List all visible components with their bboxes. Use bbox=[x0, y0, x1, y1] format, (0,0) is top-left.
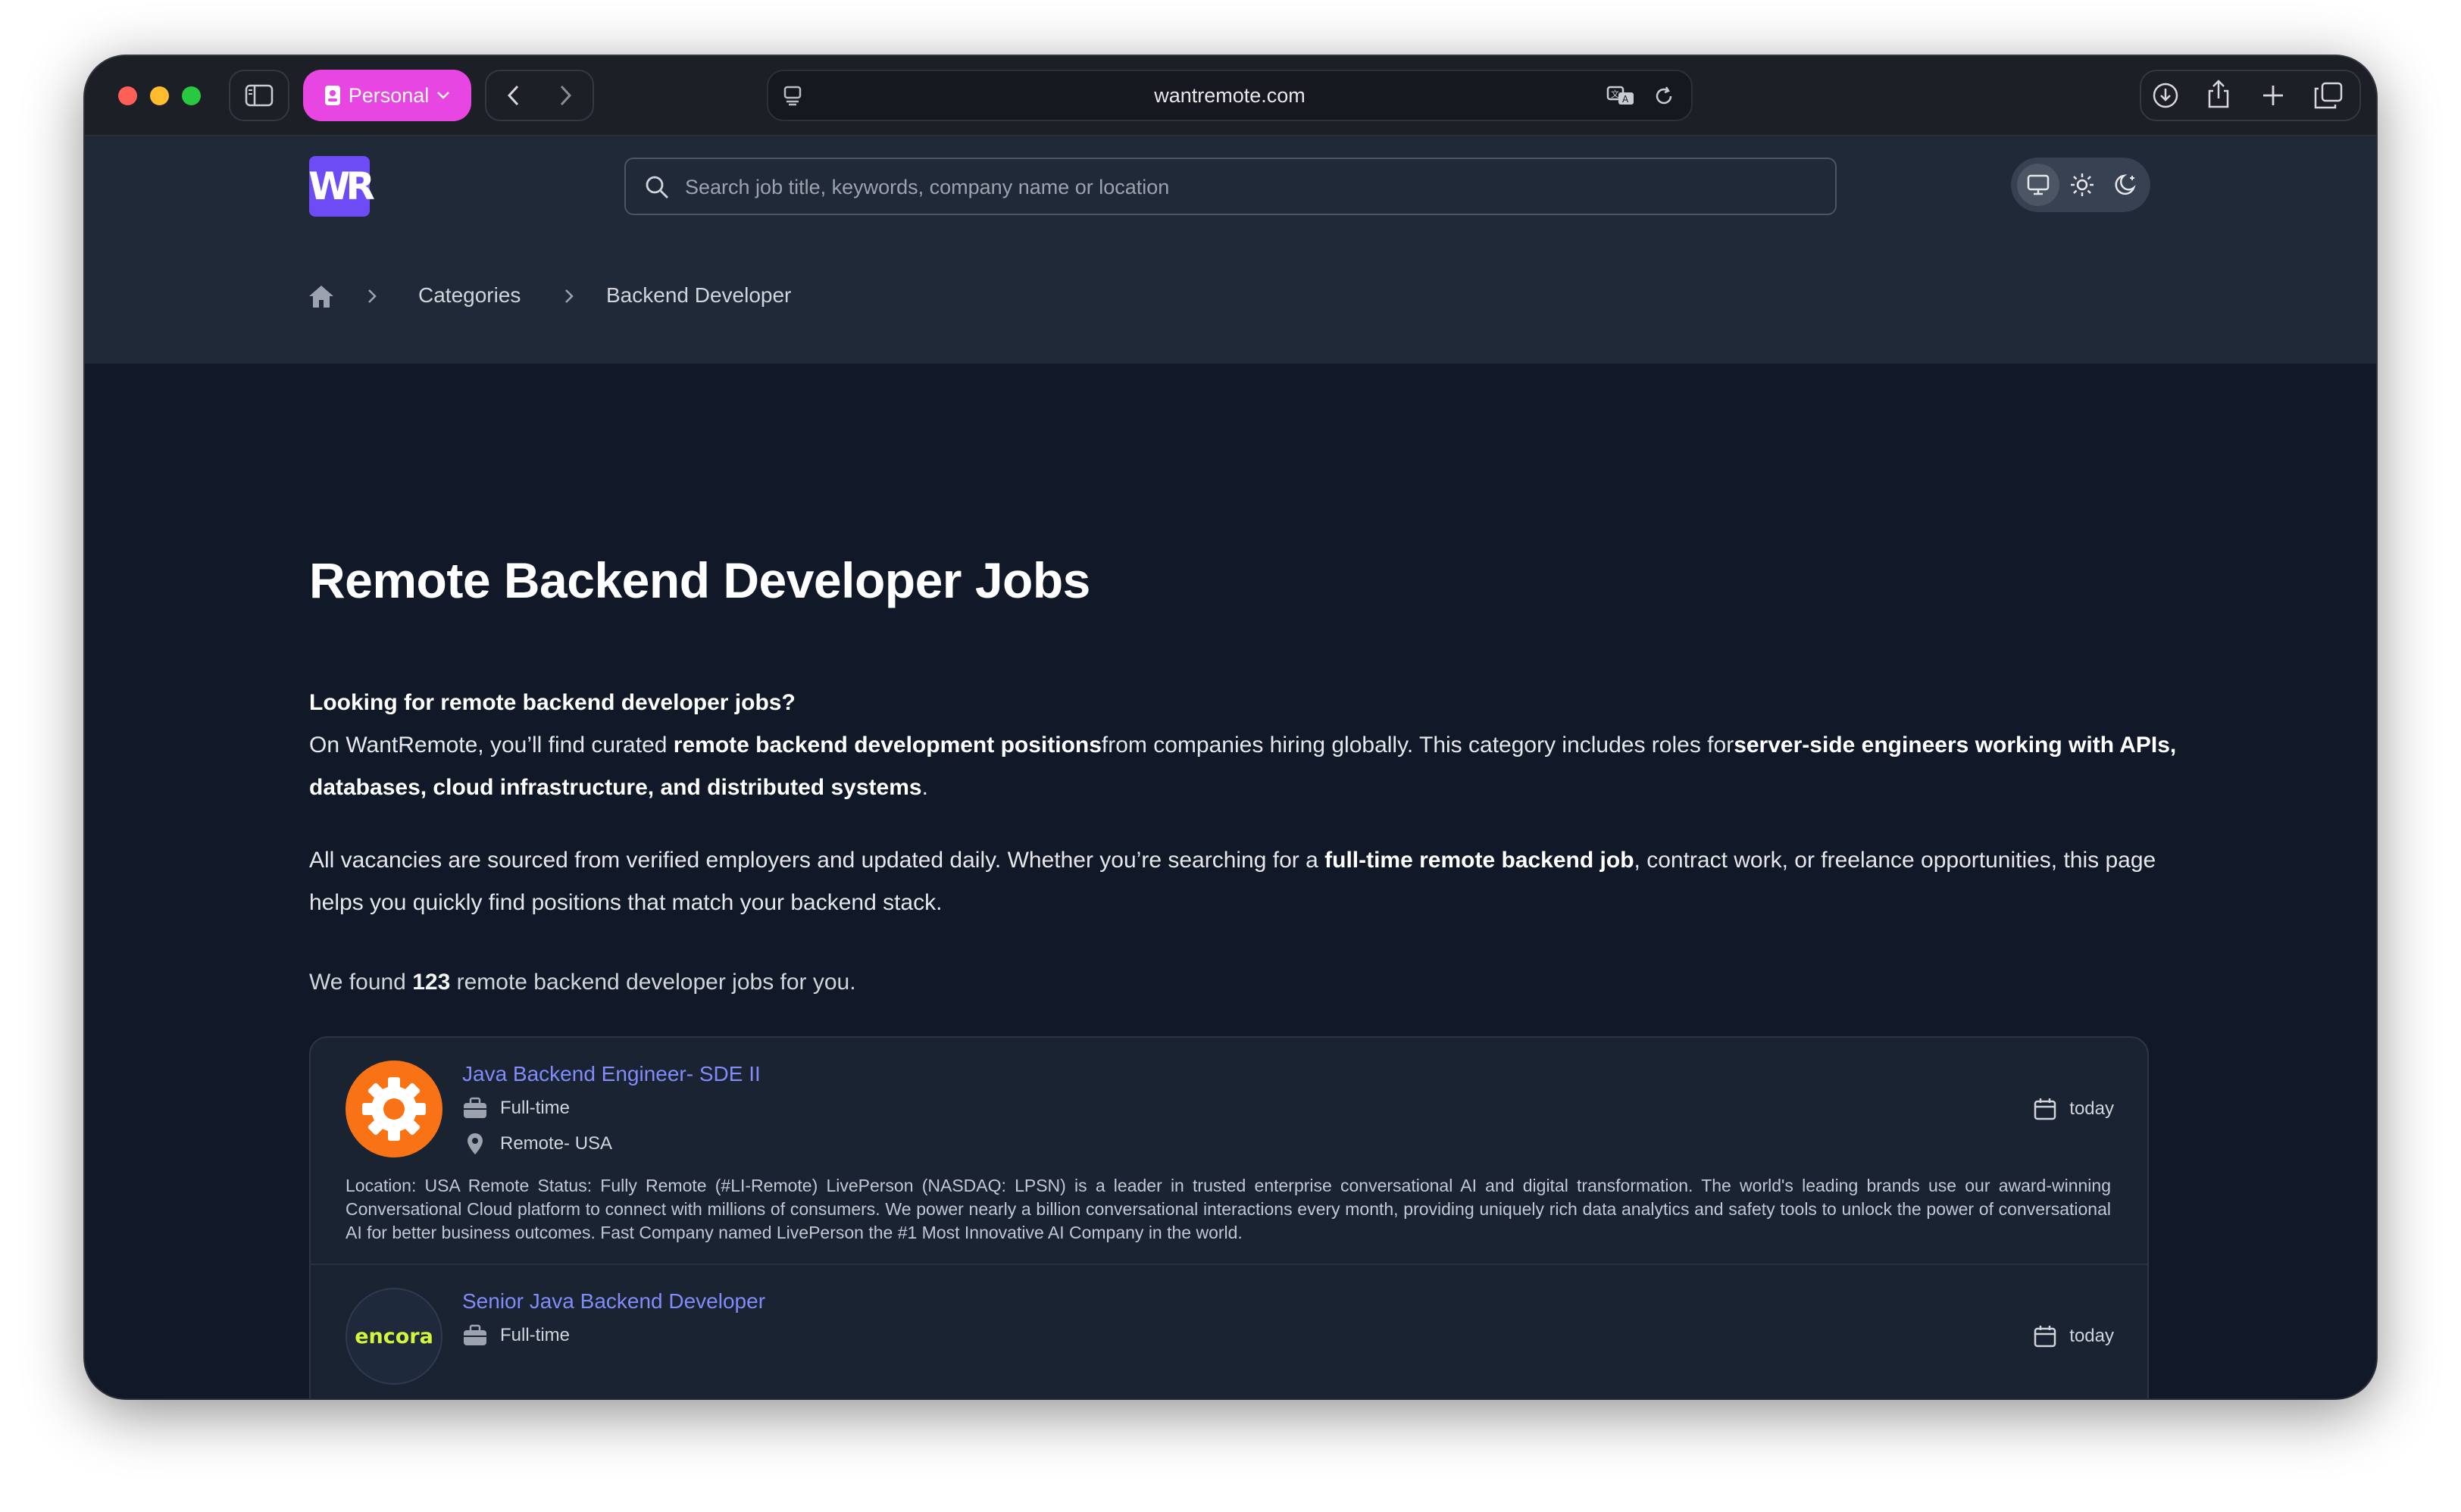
chevron-right-icon bbox=[560, 85, 572, 106]
site-logo[interactable]: WR bbox=[308, 156, 375, 217]
location-pin-icon bbox=[467, 1133, 483, 1154]
minimize-window-button[interactable] bbox=[150, 86, 169, 105]
job-title-link[interactable]: Java Backend Engineer- SDE II bbox=[462, 1062, 761, 1086]
job-date-label: today bbox=[2069, 1326, 2114, 1346]
results-count-prefix: We found bbox=[309, 970, 413, 995]
profile-label: Personal bbox=[348, 83, 430, 107]
liveperson-logo bbox=[346, 1061, 442, 1157]
profile-badge-icon bbox=[324, 86, 340, 105]
chevron-left-icon bbox=[507, 85, 519, 106]
breadcrumb-current: Backend Developer bbox=[606, 283, 792, 307]
job-description: Location: USA Remote Status: Fully Remot… bbox=[346, 1176, 2111, 1242]
theme-light-button[interactable] bbox=[2061, 164, 2103, 206]
intro-paragraph-2: All vacancies are sourced from verified … bbox=[309, 839, 2203, 924]
moon-icon bbox=[2115, 174, 2136, 195]
history-nav bbox=[485, 70, 594, 121]
job-type: Full-time bbox=[462, 1324, 570, 1347]
svg-text:A: A bbox=[1622, 94, 1629, 105]
job-date: today bbox=[2033, 1097, 2114, 1121]
theme-dark-button[interactable] bbox=[2105, 164, 2147, 206]
briefcase-icon bbox=[464, 1324, 486, 1345]
breadcrumb-categories-link[interactable]: Categories bbox=[418, 283, 521, 308]
back-button[interactable] bbox=[486, 84, 539, 107]
tab-overview-icon[interactable] bbox=[2314, 82, 2343, 109]
intro-p1-b: remote backend development positions bbox=[673, 733, 1102, 758]
intro-p2-a: All vacancies are sourced from verified … bbox=[309, 848, 1325, 873]
forward-button[interactable] bbox=[539, 84, 593, 107]
address-bar[interactable]: wantremote.com 文A bbox=[767, 70, 1693, 121]
results-count-suffix: remote backend developer jobs for you. bbox=[450, 970, 856, 995]
job-card[interactable]: Java Backend Engineer- SDE II Full-time … bbox=[311, 1038, 2147, 1264]
gear-logo-icon bbox=[362, 1077, 426, 1141]
close-window-button[interactable] bbox=[118, 86, 137, 105]
intro-p1-a: On WantRemote, you’ll find curated bbox=[309, 733, 674, 758]
job-type-label: Full-time bbox=[500, 1325, 571, 1345]
monitor-icon bbox=[2027, 174, 2050, 195]
briefcase-icon bbox=[464, 1097, 486, 1118]
encora-logo: encora bbox=[346, 1288, 442, 1385]
browser-toolbar: Personal wantremote.com 文A bbox=[85, 56, 2376, 136]
job-location: Remote- USA bbox=[462, 1132, 612, 1156]
job-type-label: Full-time bbox=[500, 1098, 571, 1118]
chevron-right-icon bbox=[565, 289, 574, 303]
new-tab-icon[interactable] bbox=[2261, 83, 2285, 108]
reload-icon[interactable] bbox=[1653, 85, 1675, 108]
job-location-label: Remote- USA bbox=[500, 1133, 613, 1154]
intro-p1-c: from companies hiring globally. This cat… bbox=[1101, 733, 1734, 758]
intro-p2-b: full-time remote backend job bbox=[1324, 848, 1634, 873]
sun-icon bbox=[2071, 173, 2094, 196]
browser-window: Personal wantremote.com 文A WR Search job… bbox=[85, 56, 2376, 1398]
search-icon bbox=[646, 176, 668, 198]
logo-text: WR bbox=[308, 164, 375, 208]
job-list: Java Backend Engineer- SDE II Full-time … bbox=[309, 1036, 2149, 1398]
job-date-label: today bbox=[2069, 1098, 2114, 1119]
job-date: today bbox=[2033, 1324, 2114, 1348]
theme-switcher bbox=[2011, 158, 2150, 212]
intro-text: Looking for remote backend developer job… bbox=[309, 682, 2203, 809]
encora-logo-text: encora bbox=[355, 1324, 433, 1348]
svg-text:文: 文 bbox=[1611, 89, 1619, 99]
url-text: wantremote.com bbox=[1154, 84, 1306, 107]
results-count: We found 123 remote backend developer jo… bbox=[309, 970, 856, 995]
chevron-right-icon bbox=[368, 289, 377, 303]
intro-p1-e: . bbox=[921, 775, 928, 800]
job-card[interactable]: encora Senior Java Backend Developer Ful… bbox=[311, 1265, 2147, 1398]
job-type: Full-time bbox=[462, 1097, 570, 1120]
job-title-link[interactable]: Senior Java Backend Developer bbox=[462, 1289, 765, 1314]
profile-button[interactable]: Personal bbox=[303, 70, 471, 121]
chevron-down-icon bbox=[437, 92, 450, 99]
search-input[interactable] bbox=[683, 159, 1823, 215]
page-title: Remote Backend Developer Jobs bbox=[309, 552, 1090, 608]
translate-icon[interactable]: 文A bbox=[1606, 85, 1637, 108]
maximize-window-button[interactable] bbox=[182, 86, 201, 105]
home-icon[interactable] bbox=[308, 283, 335, 309]
theme-system-button[interactable] bbox=[2017, 164, 2059, 206]
search-box bbox=[624, 158, 1837, 215]
sidebar-toggle-button[interactable] bbox=[229, 70, 289, 121]
intro-heading: Looking for remote backend developer job… bbox=[309, 690, 796, 715]
results-count-number: 123 bbox=[412, 970, 451, 995]
sidebar-icon bbox=[245, 84, 274, 107]
calendar-icon bbox=[2034, 1098, 2056, 1120]
breadcrumb: Categories Backend Developer bbox=[85, 235, 2376, 364]
share-icon[interactable] bbox=[2206, 79, 2231, 109]
calendar-icon bbox=[2034, 1326, 2056, 1348]
main-content: Remote Backend Developer Jobs Looking fo… bbox=[85, 365, 2376, 1398]
downloads-icon[interactable] bbox=[2152, 82, 2179, 109]
